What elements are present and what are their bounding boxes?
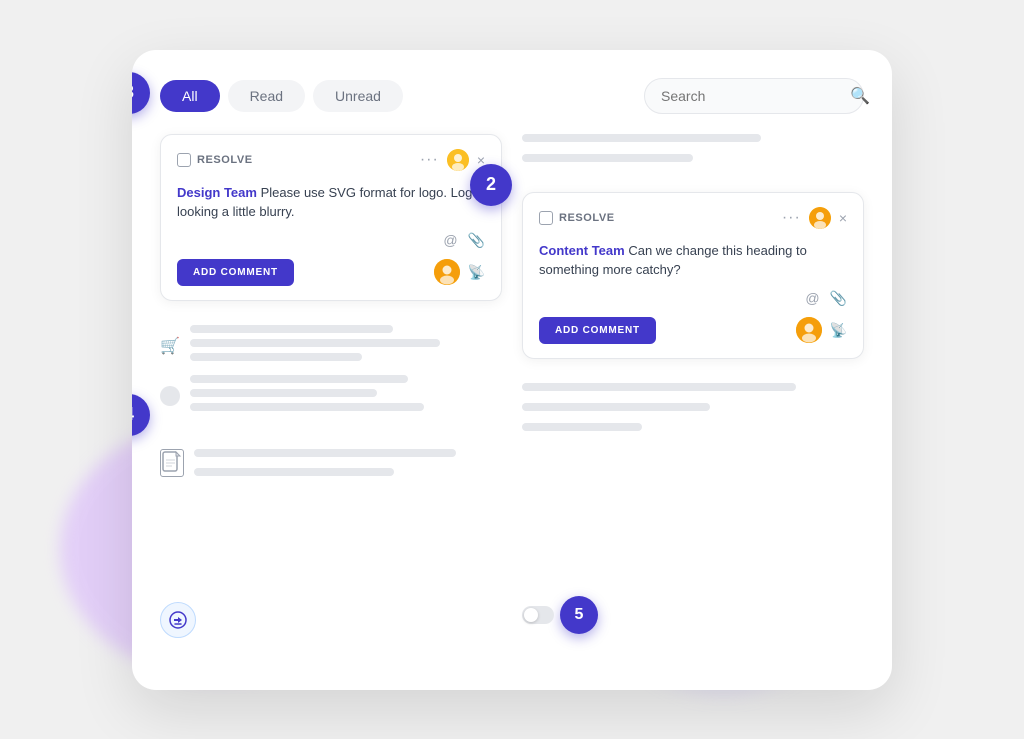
export-button[interactable] [160, 602, 196, 638]
resolve-label-right: RESOLVE [559, 212, 615, 224]
rss-icon-left: 📡 [468, 264, 485, 281]
tab-all[interactable]: All [160, 80, 220, 112]
footer-right-right: 📡 [796, 317, 847, 343]
skeleton-lines-2 [190, 375, 502, 417]
mention-icon-left[interactable]: @ [443, 232, 457, 249]
avatar-right [809, 207, 831, 229]
card-actions-left: ··· × [420, 149, 485, 171]
footer-avatar-icon-left [434, 259, 460, 285]
avatar-left [447, 149, 469, 171]
toggle-area: 5 [522, 596, 598, 634]
card-header-right: RESOLVE ··· × [539, 207, 847, 229]
comment-card-left: RESOLVE ··· × [160, 134, 502, 301]
bottom-line-b [194, 468, 394, 476]
right-bottom-skeletons [522, 383, 864, 437]
badge-3: 3 [132, 72, 150, 114]
attach-icon-left[interactable]: 📎 [468, 232, 485, 249]
tab-read[interactable]: Read [228, 80, 305, 112]
export-icon [169, 611, 187, 629]
right-top-skeletons [522, 134, 864, 168]
resolve-label-left: RESOLVE [197, 154, 253, 166]
badge-5: 5 [560, 596, 598, 634]
card-actions-right: ··· × [782, 207, 847, 229]
add-comment-button-left[interactable]: ADD COMMENT [177, 259, 294, 286]
search-icon: 🔍 [850, 86, 870, 106]
dots-button-right[interactable]: ··· [782, 209, 801, 227]
add-comment-button-right[interactable]: ADD COMMENT [539, 317, 656, 344]
filter-tabs: All Read Unread [160, 80, 403, 112]
resolve-button-right[interactable]: RESOLVE [539, 211, 615, 225]
left-bottom-lines [194, 449, 502, 482]
skeleton-row-1: 🛒 [160, 325, 502, 367]
skeleton-line-1b [190, 339, 440, 347]
mention-icon-right[interactable]: @ [805, 290, 819, 307]
right-skel-2 [522, 154, 693, 162]
card-footer-right: ADD COMMENT 📡 [539, 317, 847, 344]
right-bot-skel-1 [522, 383, 796, 391]
skeleton-line-2a [190, 375, 408, 383]
skeleton-row-2 [160, 375, 502, 417]
skeleton-line-2c [190, 403, 424, 411]
resolve-button-left[interactable]: RESOLVE [177, 153, 253, 167]
close-button-right[interactable]: × [839, 210, 847, 226]
skeleton-line-2b [190, 389, 377, 397]
toggle-switch[interactable] [522, 606, 554, 624]
comment-card-right: RESOLVE ··· × [522, 192, 864, 359]
left-column: 4 RESOLVE ··· [160, 134, 502, 648]
bottom-line-a [194, 449, 456, 457]
right-bot-skel-3 [522, 423, 642, 431]
comment-tools-right: @ 📎 [539, 290, 847, 307]
skeleton-circle-2 [160, 386, 180, 406]
doc-svg [162, 451, 182, 475]
search-input[interactable] [661, 88, 842, 104]
skeleton-lines-1 [190, 325, 502, 367]
avatar-icon-left [447, 149, 469, 171]
attach-icon-right[interactable]: 📎 [830, 290, 847, 307]
comment-team-left: Design Team [177, 185, 257, 200]
right-bot-skel-2 [522, 403, 710, 411]
comment-body-right: Content Team Can we change this heading … [539, 241, 847, 280]
cart-icon: 🛒 [160, 336, 180, 356]
left-bottom-row [160, 449, 502, 482]
badge-2: 2 [470, 164, 512, 206]
header-row: 3 All Read Unread 🔍 [160, 78, 864, 114]
comment-body-left: Design Team Please use SVG format for lo… [177, 183, 485, 222]
content-area: 4 RESOLVE ··· [160, 134, 864, 648]
right-column: 2 RESOLVE ··· [522, 134, 864, 648]
card-footer-left: ADD COMMENT 📡 [177, 259, 485, 286]
right-skel-1 [522, 134, 761, 142]
comment-team-right: Content Team [539, 243, 625, 258]
footer-avatar-icon-right [796, 317, 822, 343]
comment-tools-left: @ 📎 [177, 232, 485, 249]
footer-right-left: 📡 [434, 259, 485, 285]
dots-button-left[interactable]: ··· [420, 151, 439, 169]
footer-avatar-left [434, 259, 460, 285]
rss-icon-right: 📡 [830, 322, 847, 339]
tab-unread[interactable]: Unread [313, 80, 403, 112]
main-card: 3 All Read Unread 🔍 4 RESOLVE [132, 50, 892, 690]
skeleton-section-left: 🛒 [160, 315, 502, 435]
resolve-checkbox-right [539, 211, 553, 225]
card-header-left: RESOLVE ··· × [177, 149, 485, 171]
resolve-checkbox-left [177, 153, 191, 167]
footer-avatar-right [796, 317, 822, 343]
skeleton-line-1a [190, 325, 393, 333]
search-bar: 🔍 [644, 78, 864, 114]
doc-icon [160, 449, 184, 477]
skeleton-line-1c [190, 353, 362, 361]
badge-4: 4 [132, 394, 150, 436]
avatar-icon-right [809, 207, 831, 229]
